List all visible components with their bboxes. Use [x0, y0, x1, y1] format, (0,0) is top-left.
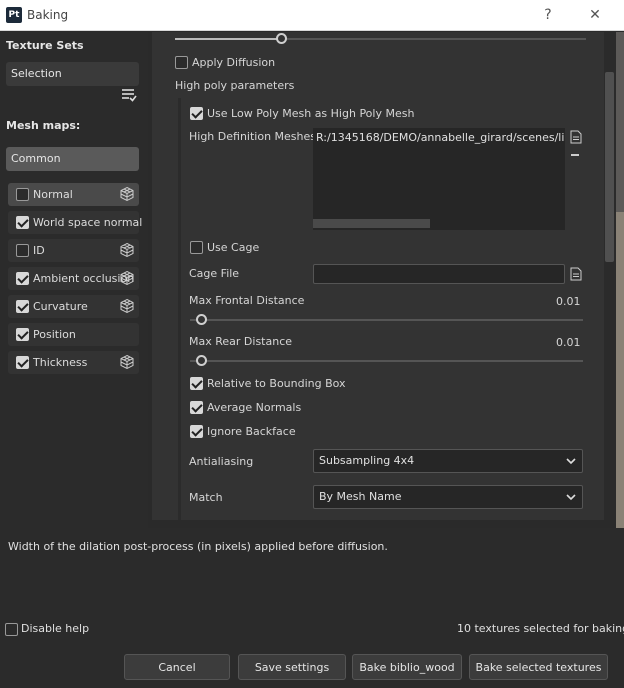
map-label: World space normal — [33, 216, 143, 229]
high-def-mesh-path[interactable]: R:/1345168/DEMO/annabelle_girard/scenes/… — [316, 131, 565, 144]
apply-diffusion-checkbox[interactable] — [175, 56, 188, 69]
max-frontal-slider-track[interactable] — [190, 319, 583, 321]
bake-status-text: 10 textures selected for baking — [457, 622, 624, 635]
match-label: Match — [189, 491, 223, 504]
save-settings-button[interactable]: Save settings — [238, 654, 346, 680]
map-row-world-space-normal[interactable]: World space normal — [8, 211, 143, 234]
map-row-thickness[interactable]: Thickness — [8, 351, 139, 374]
browse-file-icon[interactable] — [570, 267, 582, 281]
high-def-meshes-label: High Definition Meshes — [189, 130, 316, 143]
map-settings-cube-icon[interactable] — [119, 298, 135, 314]
map-label: Curvature — [33, 300, 88, 313]
app-logo-icon: Pt — [6, 7, 22, 23]
max-rear-slider-handle[interactable] — [196, 355, 207, 366]
mesh-list-hscroll-thumb[interactable] — [313, 219, 430, 228]
map-checkbox[interactable] — [16, 216, 29, 229]
map-checkbox[interactable] — [16, 328, 29, 341]
high-def-meshes-list[interactable]: R:/1345168/DEMO/annabelle_girard/scenes/… — [313, 128, 565, 230]
close-button[interactable]: ✕ — [583, 4, 607, 26]
high-poly-section-title: High poly parameters — [175, 79, 295, 92]
disable-help-checkbox[interactable] — [5, 623, 18, 636]
group-indent-bar — [178, 98, 181, 520]
max-frontal-slider-handle[interactable] — [196, 314, 207, 325]
title-bar: Pt Baking ? ✕ — [0, 0, 624, 31]
max-frontal-distance-label: Max Frontal Distance — [189, 294, 305, 307]
help-button[interactable]: ? — [536, 4, 560, 26]
map-row-curvature[interactable]: Curvature — [8, 295, 139, 318]
map-label: Normal — [33, 188, 73, 201]
apply-diffusion-label: Apply Diffusion — [192, 56, 276, 69]
map-label: Thickness — [33, 356, 88, 369]
use-cage-label: Use Cage — [207, 241, 260, 254]
map-label: Position — [33, 328, 76, 341]
dilation-slider-handle[interactable] — [276, 33, 287, 44]
remove-item-icon[interactable] — [571, 154, 579, 156]
match-value: By Mesh Name — [319, 490, 402, 503]
map-checkbox[interactable] — [16, 300, 29, 313]
max-rear-distance-label: Max Rear Distance — [189, 335, 293, 348]
bake-selected-button[interactable]: Bake selected textures — [469, 654, 608, 680]
map-row-normal[interactable]: Normal — [8, 183, 139, 206]
bake-texture-set-button[interactable]: Bake biblio_wood — [352, 654, 462, 680]
ignore-backface-checkbox[interactable] — [190, 425, 203, 438]
ignore-backface-label: Ignore Backface — [207, 425, 296, 438]
list-options-icon[interactable] — [121, 87, 137, 103]
texture-sets-title: Texture Sets — [6, 39, 84, 52]
average-normals-checkbox[interactable] — [190, 401, 203, 414]
max-rear-distance-value[interactable]: 0.01 — [556, 336, 581, 349]
relative-bbox-checkbox[interactable] — [190, 377, 203, 390]
cage-file-label: Cage File — [189, 267, 240, 280]
use-low-poly-checkbox[interactable] — [190, 107, 203, 120]
chevron-down-icon — [566, 458, 576, 465]
max-frontal-distance-value[interactable]: 0.01 — [556, 295, 581, 308]
map-checkbox[interactable] — [16, 272, 29, 285]
parameters-scrollbar-thumb[interactable] — [605, 72, 614, 262]
antialiasing-label: Antialiasing — [189, 455, 254, 468]
map-row-position[interactable]: Position — [8, 323, 139, 346]
help-text: Width of the dilation post-process (in p… — [8, 540, 388, 553]
chevron-down-icon — [566, 494, 576, 501]
relative-bbox-label: Relative to Bounding Box — [207, 377, 346, 390]
map-group-selector[interactable]: Common — [6, 147, 139, 171]
dilation-slider-fill — [175, 38, 277, 40]
map-settings-cube-icon[interactable] — [119, 186, 135, 202]
window-title: Baking — [27, 8, 69, 22]
use-cage-checkbox[interactable] — [190, 241, 203, 254]
map-row-id[interactable]: ID — [8, 239, 139, 262]
map-settings-cube-icon[interactable] — [119, 270, 135, 286]
map-label: ID — [33, 244, 45, 257]
disable-help-label: Disable help — [21, 622, 90, 635]
match-dropdown[interactable]: By Mesh Name — [313, 485, 583, 509]
mesh-maps-title: Mesh maps: — [6, 119, 81, 132]
antialiasing-dropdown[interactable]: Subsampling 4x4 — [313, 449, 583, 473]
map-checkbox[interactable] — [16, 244, 29, 257]
map-row-ambient-occlusion[interactable]: Ambient occlusion — [8, 267, 139, 290]
add-file-icon[interactable] — [570, 130, 582, 144]
max-rear-slider-track[interactable] — [190, 360, 583, 362]
use-low-poly-label: Use Low Poly Mesh as High Poly Mesh — [207, 107, 415, 120]
average-normals-label: Average Normals — [207, 401, 302, 414]
map-settings-cube-icon[interactable] — [119, 242, 135, 258]
map-settings-cube-icon[interactable] — [119, 354, 135, 370]
cage-file-input[interactable] — [313, 264, 565, 284]
map-checkbox[interactable] — [16, 188, 29, 201]
texture-set-selector[interactable]: Selection — [6, 62, 139, 86]
map-checkbox[interactable] — [16, 356, 29, 369]
antialiasing-value: Subsampling 4x4 — [319, 454, 415, 467]
cancel-button[interactable]: Cancel — [124, 654, 230, 680]
